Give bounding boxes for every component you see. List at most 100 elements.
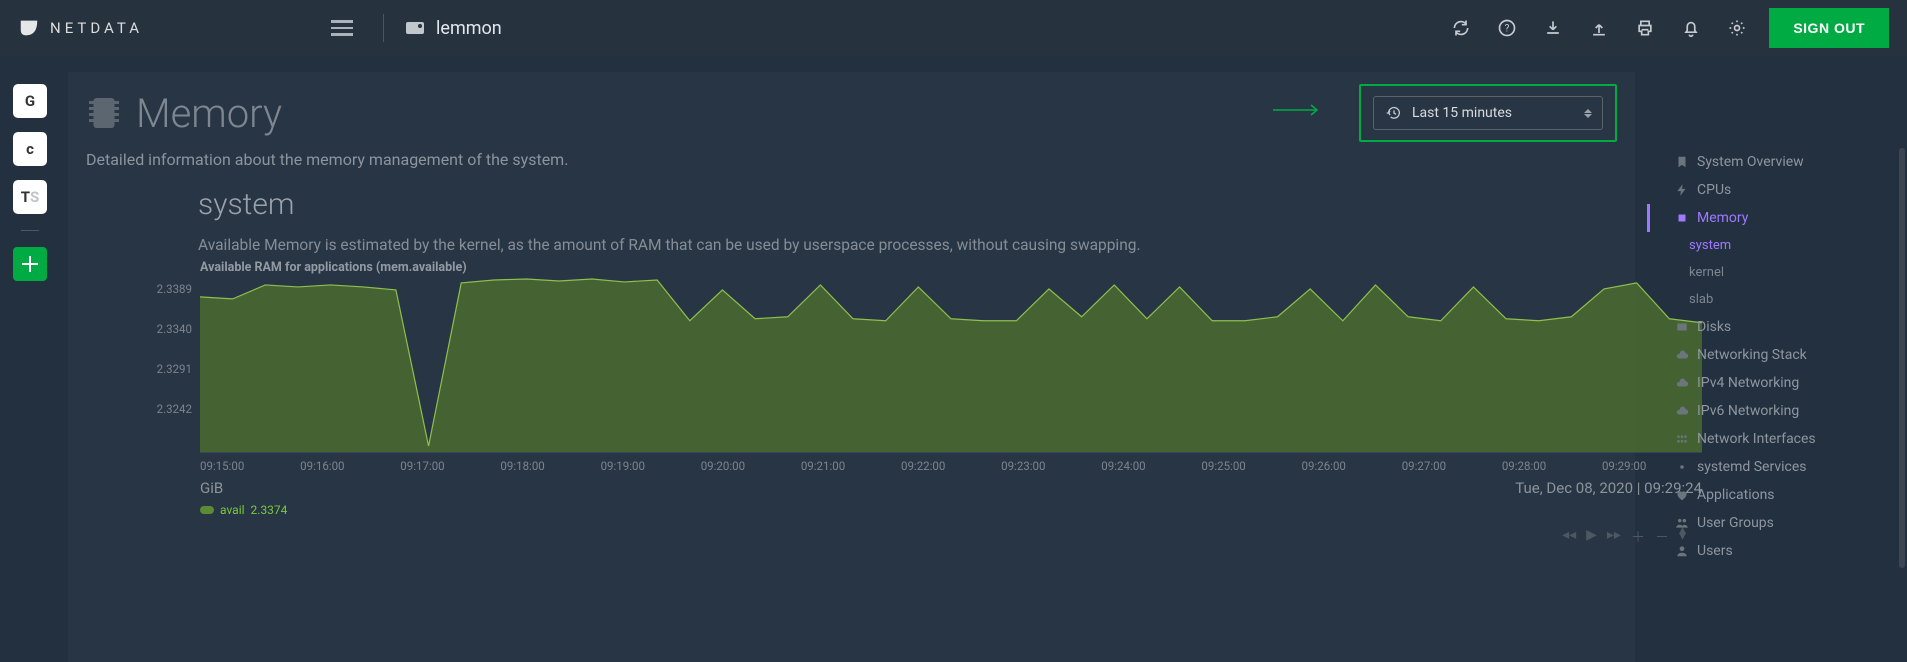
- nav-item[interactable]: CPUs: [1647, 176, 1907, 204]
- nav-item-label: Users: [1697, 543, 1733, 559]
- help-icon[interactable]: ?: [1497, 18, 1517, 38]
- rail-tile-c[interactable]: c: [13, 132, 47, 166]
- skip-back-icon[interactable]: ◂◂: [1562, 527, 1576, 547]
- nav-subitem[interactable]: slab: [1647, 286, 1907, 313]
- nav-item[interactable]: Disks: [1647, 313, 1907, 341]
- refresh-icon[interactable]: [1451, 18, 1471, 38]
- chart-unit: GiB: [200, 479, 223, 497]
- rail-tile-g[interactable]: G: [13, 84, 47, 118]
- zoom-in-icon[interactable]: ＋: [1631, 527, 1645, 547]
- users-icon: [1675, 516, 1689, 530]
- nav-subitem[interactable]: kernel: [1647, 259, 1907, 286]
- user-icon: [1675, 544, 1689, 558]
- host-icon: [406, 22, 424, 34]
- x-tick: 09:25:00: [1201, 459, 1301, 473]
- host-selector[interactable]: lemmon: [406, 18, 502, 39]
- time-range-picker[interactable]: Last 15 minutes: [1373, 96, 1603, 130]
- time-range-label: Last 15 minutes: [1412, 105, 1512, 121]
- nav-item[interactable]: Memory: [1647, 204, 1907, 232]
- plot-area[interactable]: [200, 275, 1702, 453]
- nav-item[interactable]: System Overview: [1647, 148, 1907, 176]
- legend-name: avail: [220, 503, 245, 517]
- nav-item-label: Applications: [1697, 487, 1775, 503]
- netdata-logo-icon: [18, 17, 40, 39]
- page-subtitle: Detailed information about the memory ma…: [68, 142, 1635, 187]
- x-tick: 09:22:00: [901, 459, 1001, 473]
- bolt-icon: [1675, 183, 1689, 197]
- nav-item[interactable]: systemd Services: [1647, 453, 1907, 481]
- nav-item[interactable]: IPv4 Networking: [1647, 369, 1907, 397]
- page-title: Memory: [136, 90, 282, 137]
- logo: NETDATA: [18, 17, 143, 39]
- topbar: NETDATA lemmon ? SIGN OUT: [0, 0, 1907, 56]
- y-tick: 2.3389: [152, 282, 192, 296]
- skip-fwd-icon[interactable]: ▸▸: [1607, 527, 1621, 547]
- cloud-icon: [1675, 348, 1689, 362]
- nav-item[interactable]: Networking Stack: [1647, 341, 1907, 369]
- nav-item-label: CPUs: [1697, 182, 1731, 198]
- nav-item-label: IPv4 Networking: [1697, 375, 1799, 391]
- section-title: system: [68, 187, 1635, 236]
- x-tick: 09:19:00: [601, 459, 701, 473]
- x-tick: 09:17:00: [400, 459, 500, 473]
- y-axis: 2.33892.33402.32912.3242: [152, 282, 192, 416]
- side-nav: System Overview CPUs Memory systemkernelsla…: [1647, 56, 1907, 662]
- signout-button[interactable]: SIGN OUT: [1769, 8, 1889, 48]
- y-tick: 2.3340: [152, 322, 192, 336]
- add-node-button[interactable]: [13, 247, 47, 281]
- nav-item[interactable]: User Groups: [1647, 509, 1907, 537]
- y-tick: 2.3242: [152, 402, 192, 416]
- x-tick: 09:21:00: [801, 459, 901, 473]
- x-tick: 09:27:00: [1402, 459, 1502, 473]
- history-icon: [1386, 105, 1402, 121]
- nav-item[interactable]: IPv6 Networking: [1647, 397, 1907, 425]
- net-icon: [1675, 432, 1689, 446]
- bell-icon[interactable]: [1681, 18, 1701, 38]
- play-icon[interactable]: ▶: [1586, 527, 1597, 547]
- brand-text: NETDATA: [50, 19, 143, 37]
- disk-icon: [1675, 320, 1689, 334]
- content: Memory Last 15 minutes Detailed informat…: [60, 56, 1647, 662]
- nav-item-label: Networking Stack: [1697, 347, 1807, 363]
- memory-chip-icon: [86, 92, 122, 134]
- nav-item[interactable]: Users: [1647, 537, 1907, 565]
- print-icon[interactable]: [1635, 18, 1655, 38]
- chart-title: Available RAM for applications (mem.avai…: [152, 260, 1702, 275]
- nav-item-label: User Groups: [1697, 515, 1774, 531]
- x-tick: 09:26:00: [1302, 459, 1402, 473]
- legend-swatch: [200, 506, 214, 514]
- x-tick: 09:20:00: [701, 459, 801, 473]
- nav-item-label: Memory: [1697, 210, 1748, 226]
- nav-item[interactable]: Applications: [1647, 481, 1907, 509]
- divider: [383, 14, 384, 42]
- section-description: Available Memory is estimated by the ker…: [68, 236, 1635, 260]
- x-tick: 09:16:00: [300, 459, 400, 473]
- nav-item-label: Disks: [1697, 319, 1731, 335]
- gear-icon[interactable]: [1727, 18, 1747, 38]
- arrow-right-icon: [1273, 101, 1321, 120]
- nav-item-label: Network Interfaces: [1697, 431, 1816, 447]
- toolbar: ?: [1451, 18, 1747, 38]
- nav-scrollbar[interactable]: [1899, 148, 1905, 568]
- hamburger-menu[interactable]: [323, 12, 361, 44]
- chart-legend[interactable]: avail 2.3374: [200, 503, 1702, 517]
- nav-subitem[interactable]: system: [1647, 232, 1907, 259]
- updown-icon: [1584, 109, 1592, 118]
- nav-item-label: systemd Services: [1697, 459, 1807, 475]
- rail-tile-ts[interactable]: TS: [13, 180, 47, 214]
- cloud-icon: [1675, 376, 1689, 390]
- gears-icon: [1675, 460, 1689, 474]
- nav-item[interactable]: Network Interfaces: [1647, 425, 1907, 453]
- left-rail: G c TS: [0, 56, 60, 662]
- nav-item-label: IPv6 Networking: [1697, 403, 1799, 419]
- svg-text:?: ?: [1505, 23, 1510, 34]
- x-tick: 09:24:00: [1101, 459, 1201, 473]
- hostname: lemmon: [436, 18, 502, 39]
- rail-separator: [21, 230, 39, 231]
- x-tick: 09:23:00: [1001, 459, 1101, 473]
- upload-icon[interactable]: [1589, 18, 1609, 38]
- legend-value: 2.3374: [251, 503, 288, 517]
- x-tick: 09:18:00: [500, 459, 600, 473]
- download-icon[interactable]: [1543, 18, 1563, 38]
- cloud-icon: [1675, 404, 1689, 418]
